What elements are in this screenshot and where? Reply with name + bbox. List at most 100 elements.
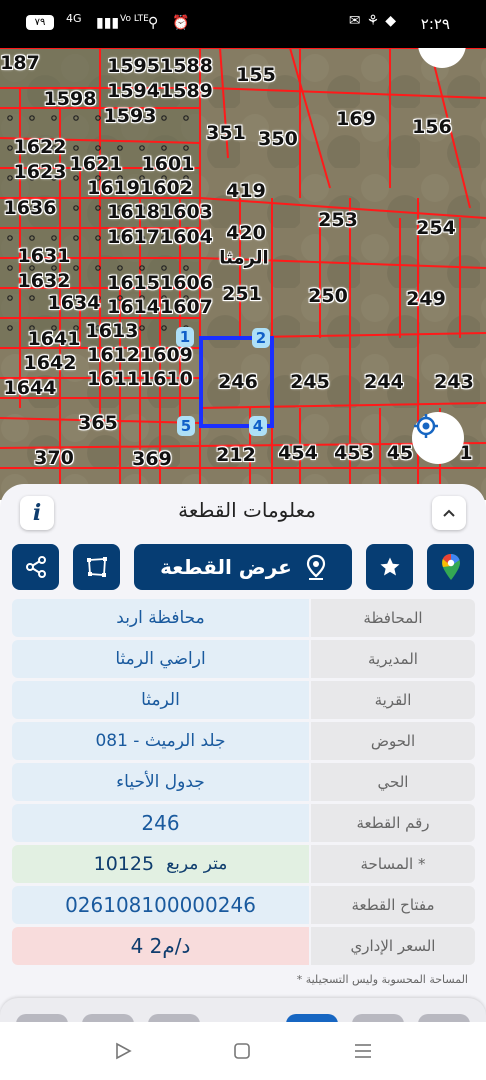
row-area: 10125 متر مربع المساحة * xyxy=(12,845,475,883)
share-icon xyxy=(25,556,46,578)
village-label: القرية xyxy=(311,681,475,719)
share-button[interactable] xyxy=(12,544,59,590)
parcel-label[interactable]: 187 xyxy=(0,52,40,74)
parcel-key-label: مفتاح القطعة xyxy=(311,886,475,924)
parcel-label[interactable]: 420 xyxy=(226,222,266,244)
messenger-icon: ✉ xyxy=(348,13,367,29)
area-value: 10125 xyxy=(93,853,155,875)
area-unit: متر مربع xyxy=(166,854,228,874)
parcel-label[interactable]: 1622 xyxy=(14,136,67,158)
parcel-key-value: 026108100000246 xyxy=(12,886,309,924)
directorate-value: اراضي الرمثا xyxy=(12,640,309,678)
app-icon: ◆ xyxy=(385,13,402,29)
basin-value: جلد الرميث - 081 xyxy=(12,722,309,760)
parcel-label[interactable]: 249 xyxy=(406,288,446,310)
parcel-label[interactable]: 169 xyxy=(336,108,376,130)
parcel-label[interactable]: 1644 xyxy=(4,377,57,399)
area-label: المساحة * xyxy=(311,845,475,883)
view-parcel-button[interactable]: عرض القطعة xyxy=(134,544,352,590)
parcel-label[interactable]: 16111610 xyxy=(87,368,193,390)
square-icon[interactable] xyxy=(233,1042,251,1060)
polygon-icon xyxy=(86,557,107,577)
parcel-label[interactable]: 15951588 xyxy=(107,55,213,77)
parcel-label[interactable]: 155 xyxy=(236,64,276,86)
parcel-label[interactable]: 365 xyxy=(78,412,118,434)
parcel-label[interactable]: 1641 xyxy=(28,328,81,350)
parcel-label[interactable]: 1621 xyxy=(70,153,123,175)
google-maps-button[interactable] xyxy=(427,544,474,590)
parcel-label[interactable]: 370 xyxy=(34,447,74,469)
chevron-up-icon xyxy=(443,509,455,517)
parcel-label[interactable]: 16141607 xyxy=(107,296,213,318)
parcel-label[interactable]: 245 xyxy=(290,371,330,393)
row-village: الرمثا القرية xyxy=(12,681,475,719)
bottom-tray[interactable] xyxy=(0,998,486,1022)
row-admin-price: 4 د/م2 السعر الإداري xyxy=(12,927,475,965)
parcel-label[interactable]: 16151606 xyxy=(107,272,213,294)
parcel-label[interactable]: 1598 xyxy=(44,88,97,110)
parcel-label[interactable]: 244 xyxy=(364,371,404,393)
parcel-label[interactable]: 156 xyxy=(412,116,452,138)
parcel-label[interactable]: 250 xyxy=(308,285,348,307)
parcel-label[interactable]: 16171604 xyxy=(107,226,213,248)
corner-label-1: 1 xyxy=(176,327,194,347)
parcel-label[interactable]: 16121609 xyxy=(87,344,193,366)
system-nav-bar xyxy=(0,1022,486,1080)
parcel-label[interactable]: 15941589 xyxy=(107,80,213,102)
row-directorate: اراضي الرمثا المديرية xyxy=(12,640,475,678)
notification-icons: ✉⚘◆ xyxy=(349,13,402,29)
locate-icon xyxy=(414,414,438,438)
parcel-label[interactable]: 243 xyxy=(434,371,474,393)
signal-icon: ▮▮▮ xyxy=(96,15,120,31)
bike-icon: ⚘ xyxy=(366,13,386,29)
parcel-label[interactable]: 16191602 xyxy=(87,177,193,199)
parcel-label[interactable]: 1631 xyxy=(18,245,71,267)
parcel-number-label: رقم القطعة xyxy=(311,804,475,842)
parcel-label[interactable]: 212 xyxy=(216,444,256,466)
directorate-label: المديرية xyxy=(311,640,475,678)
parcel-label[interactable]: 251 xyxy=(222,283,262,305)
parcel-label[interactable]: 1623 xyxy=(14,161,67,183)
corner-label-4: 4 xyxy=(249,416,267,436)
parcel-label[interactable]: 253 xyxy=(318,209,358,231)
polygon-button[interactable] xyxy=(73,544,120,590)
location-pin-icon xyxy=(306,554,325,580)
collapse-button[interactable] xyxy=(432,496,466,530)
parcel-label[interactable]: 254 xyxy=(416,217,456,239)
parcel-label[interactable]: 1636 xyxy=(4,197,57,219)
parcel-label[interactable]: 1642 xyxy=(24,352,77,374)
locate-button[interactable] xyxy=(412,412,464,464)
info-button[interactable]: i xyxy=(20,496,54,530)
governorate-label: المحافظة xyxy=(311,599,475,637)
play-icon[interactable] xyxy=(114,1042,132,1060)
battery-indicator: ٧٩ xyxy=(26,15,54,30)
parcel-label[interactable]: 246 xyxy=(218,371,258,393)
parcel-label[interactable]: 350 xyxy=(258,128,298,150)
parcel-label[interactable]: 419 xyxy=(226,180,266,202)
parcel-label[interactable]: 1634 xyxy=(48,292,101,314)
admin-price-label: السعر الإداري xyxy=(311,927,475,965)
row-neighborhood: جدول الأحياء الحي xyxy=(12,763,475,801)
parcel-label[interactable]: 1613 xyxy=(86,320,139,342)
corner-label-2: 2 xyxy=(252,328,270,348)
parcel-label[interactable]: 45 xyxy=(387,442,413,464)
row-parcel-number: 246 رقم القطعة xyxy=(12,804,475,842)
row-parcel-key: 026108100000246 مفتاح القطعة xyxy=(12,886,475,924)
parcel-label[interactable]: 454 xyxy=(278,442,318,464)
location-status-icon: ⚲ xyxy=(148,15,159,31)
menu-icon[interactable] xyxy=(353,1042,373,1060)
parcel-label[interactable]: 453 xyxy=(334,442,374,464)
village-value: الرمثا xyxy=(12,681,309,719)
network-type-top: 4G xyxy=(66,12,82,25)
corner-label-5: 5 xyxy=(177,416,195,436)
parcel-label[interactable]: 1593 xyxy=(104,105,157,127)
map-view[interactable]: 15951588 15941589 1593 1598 1622 1621 1601 1623… xyxy=(0,48,486,500)
admin-price-value: 4 د/م2 xyxy=(12,927,309,965)
parcel-label[interactable]: 1632 xyxy=(18,270,71,292)
parcel-label[interactable]: 1601 xyxy=(142,153,195,175)
parcel-label[interactable]: 16181603 xyxy=(107,201,213,223)
parcel-label[interactable]: 351 xyxy=(206,122,246,144)
favorite-button[interactable] xyxy=(366,544,413,590)
panel-title: معلومات القطعة xyxy=(178,498,316,522)
parcel-label[interactable]: 369 xyxy=(132,448,172,470)
